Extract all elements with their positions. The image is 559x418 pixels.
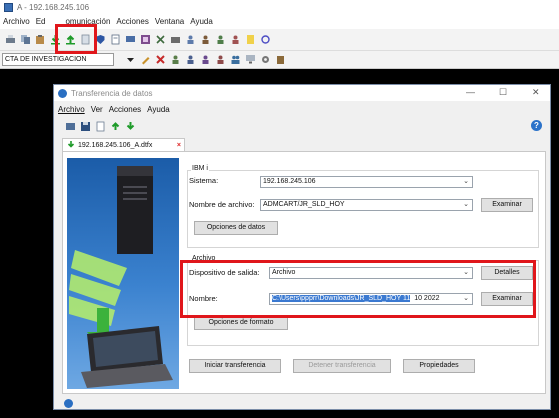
person-2-icon[interactable] [199,34,211,46]
keyboard-icon[interactable] [169,34,181,46]
chevron-down-icon: ⌄ [463,201,469,208]
user-4-icon[interactable] [214,54,226,66]
paste-icon[interactable] [34,34,46,46]
gear-icon[interactable] [259,54,271,66]
menu-ayuda[interactable]: Ayuda [190,17,213,26]
opciones-formato-button[interactable]: Opciones de formato [194,316,288,330]
print-icon[interactable] [4,34,16,46]
maximize-icon[interactable]: ☐ [499,87,507,98]
nombre-archivo-combo[interactable]: ADMCART/JR_SLD_HOY ⌄ [260,199,473,211]
transfer-dialog: Transferencia de datos — ☐ ✕ Archivo Ver… [53,84,551,410]
dialog-menu-archivo[interactable]: Archivo [58,105,85,114]
open-icon[interactable] [64,120,76,132]
note-icon[interactable] [244,34,256,46]
minimize-icon[interactable]: — [466,87,475,97]
dialog-statusbar [54,396,550,410]
save-icon[interactable] [79,120,91,132]
menu-acciones[interactable]: Acciones [116,17,148,26]
dialog-menu-acciones[interactable]: Acciones [109,105,141,114]
help-icon[interactable]: ? [531,120,542,131]
sistema-combo[interactable]: 192.168.245.106 ⌄ [260,176,473,188]
menu-editar[interactable]: Ed [36,17,46,26]
download-tab-icon [67,141,75,148]
close-icon[interactable]: ✕ [532,87,540,98]
dialog-menu-ver[interactable]: Ver [91,105,103,114]
user-icon[interactable] [169,54,181,66]
session-combo[interactable]: CTA DE INVESTIGACION [2,53,114,66]
highlight-toolbar-transfer [55,24,97,54]
nombre-archivo-label: Nombre de archivo: [189,200,255,209]
document-icon[interactable] [109,34,121,46]
edit-icon[interactable] [139,54,151,66]
tab-close-icon[interactable]: × [177,142,181,149]
upload-icon[interactable] [109,120,121,132]
propiedades-button[interactable]: Propiedades [403,359,475,373]
user-3-icon[interactable] [199,54,211,66]
person-4-icon[interactable] [229,34,241,46]
transfer-illustration [67,158,179,389]
opciones-datos-button[interactable]: Opciones de datos [194,221,278,235]
person-3-icon[interactable] [214,34,226,46]
chevron-down-icon[interactable] [124,54,136,66]
window-title: A - 192.168.245.106 [17,2,90,12]
screen-icon[interactable] [124,34,136,46]
examinar-ibmi-button[interactable]: Examinar [481,198,533,212]
monitor-icon[interactable] [244,54,256,66]
transfer-file-tab[interactable]: 192.168.245.106_A.dtfx × [62,138,185,151]
nombre-archivo-value: ADMCART/JR_SLD_HOY [263,201,345,208]
chevron-down-icon: ⌄ [463,178,469,185]
building-icon[interactable] [274,54,286,66]
sistema-label: Sistema: [189,176,219,185]
transfer-app-icon [58,88,67,98]
delete-icon[interactable] [154,54,166,66]
iniciar-transferencia-button[interactable]: Iniciar transferencia [189,359,281,373]
detener-transferencia-button: Detener transferencia [293,359,391,373]
dialog-titlebar: Transferencia de datos — ☐ ✕ [54,85,550,101]
highlight-archivo-fields [180,260,536,318]
sistema-value: 192.168.245.106 [263,178,316,185]
dialog-title: Transferencia de datos [71,88,153,98]
tab-label: 192.168.245.106_A.dtfx [78,141,153,149]
dialog-menu-ayuda[interactable]: Ayuda [147,105,170,114]
macro-icon[interactable] [154,34,166,46]
copy-icon[interactable] [19,34,31,46]
users-icon[interactable] [229,54,241,66]
menu-archivo[interactable]: Archivo [3,17,30,26]
new-icon[interactable] [94,120,106,132]
dialog-menubar: Archivo Ver Acciones Ayuda [54,103,550,116]
status-icon [64,398,73,408]
person-icon[interactable] [184,34,196,46]
dialog-toolbar [54,118,550,134]
window-titlebar: A - 192.168.245.106 [0,0,559,14]
grid-icon[interactable] [139,34,151,46]
download-icon[interactable] [124,120,136,132]
app-icon [4,2,13,12]
ibmi-group-title: IBM i [191,165,209,172]
link-icon[interactable] [259,34,271,46]
menu-ventana[interactable]: Ventana [155,17,184,26]
user-2-icon[interactable] [184,54,196,66]
